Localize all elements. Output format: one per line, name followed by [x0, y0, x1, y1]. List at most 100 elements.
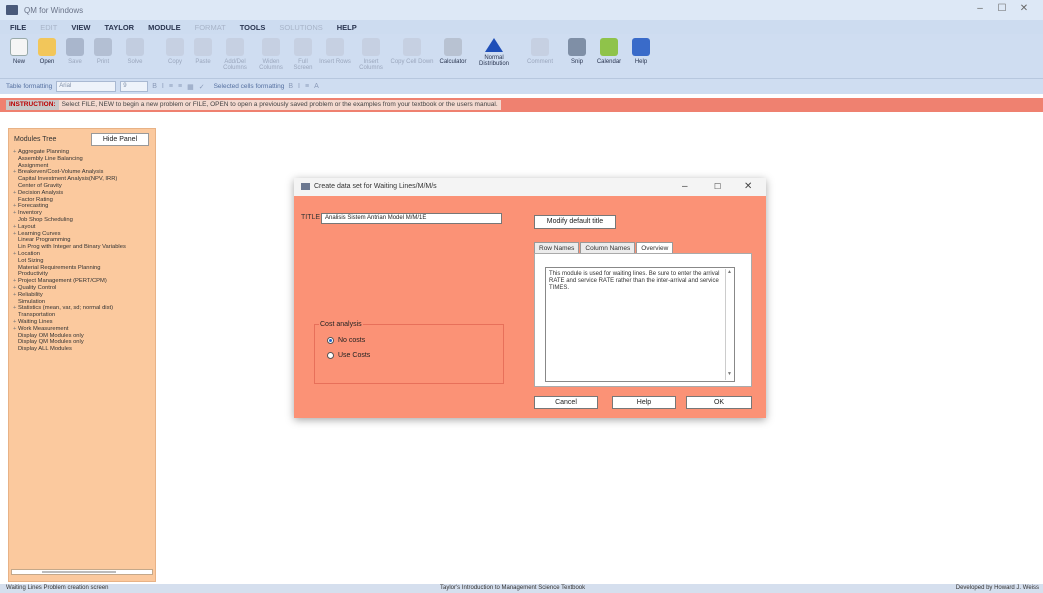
widen-columns-button[interactable]: Widen Columns — [254, 36, 288, 76]
create-data-set-dialog: Create data set for Waiting Lines/M/M/s … — [294, 178, 766, 418]
full-screen-button[interactable]: Full Screen — [290, 36, 316, 76]
tree-item[interactable]: + Reliability — [13, 292, 155, 299]
radio-unchecked-icon — [327, 352, 334, 359]
insert-columns-button[interactable]: Insert Columns — [354, 36, 388, 76]
tree-item[interactable]: Productivity — [13, 271, 155, 278]
no-costs-radio[interactable]: No costs — [327, 337, 365, 344]
help-button[interactable]: Help — [628, 36, 654, 76]
menu-file[interactable]: FILE — [10, 23, 26, 32]
calendar-button[interactable]: Calendar — [592, 36, 626, 76]
status-right: Developed by Howard J. Weiss — [955, 585, 1039, 591]
tree-item[interactable]: Simulation — [13, 299, 155, 306]
cancel-button[interactable]: Cancel — [534, 396, 598, 409]
copy-cell-down-button[interactable]: Copy Cell Down — [390, 36, 434, 76]
bold-icon[interactable]: B — [152, 83, 157, 90]
menu-edit[interactable]: EDIT — [40, 23, 57, 32]
dialog-minimize-button[interactable]: – — [682, 181, 688, 192]
solve-button[interactable]: Solve — [118, 36, 152, 76]
menu-tools[interactable]: TOOLS — [240, 23, 266, 32]
tree-item[interactable]: Center of Gravity — [13, 183, 155, 190]
tree-item[interactable]: + Forecasting — [13, 203, 155, 210]
dialog-maximize-button[interactable]: ☐ — [714, 182, 721, 191]
menu-solutions[interactable]: SOLUTIONS — [279, 23, 322, 32]
open-button[interactable]: Open — [34, 36, 60, 76]
overview-text-box[interactable]: This module is used for waiting lines. B… — [545, 267, 735, 382]
font-size-select[interactable]: 9 — [120, 81, 149, 92]
font-select[interactable]: Arial — [56, 81, 117, 92]
comment-icon — [531, 38, 549, 56]
dialog-close-button[interactable]: ✕ — [744, 181, 752, 192]
tree-item[interactable]: + Work Measurement — [13, 326, 155, 333]
tree-item[interactable]: Material Requirements Planning — [13, 265, 155, 272]
tree-item[interactable]: Display OM Modules only — [13, 333, 155, 340]
tree-item[interactable]: + Inventory — [13, 210, 155, 217]
status-left: Waiting Lines Problem creation screen — [6, 585, 109, 591]
print-button[interactable]: Print — [90, 36, 116, 76]
title-input[interactable]: Analisis Sistem Antrian Model M/M/1E — [321, 213, 502, 224]
selected-align-icon[interactable]: ≡ — [305, 83, 309, 90]
selected-italic-icon[interactable]: I — [298, 83, 300, 90]
grid-icon[interactable]: ▦ — [187, 83, 194, 91]
tree-item[interactable]: Factor Rating — [13, 197, 155, 204]
minimize-button[interactable]: – — [969, 3, 991, 14]
selected-fill-icon[interactable]: A — [314, 83, 319, 90]
normal-distribution-button[interactable]: Normal Distribution — [472, 36, 516, 76]
tab-column-names[interactable]: Column Names — [580, 242, 636, 253]
tree-item[interactable]: + Breakeven/Cost-Volume Analysis — [13, 169, 155, 176]
tree-item[interactable]: + Decision Analysis — [13, 190, 155, 197]
modify-default-title-button[interactable]: Modify default title — [534, 215, 616, 229]
tree-item[interactable]: Assignment — [13, 163, 155, 170]
new-button[interactable]: New — [6, 36, 32, 76]
tree-item[interactable]: + Quality Control — [13, 285, 155, 292]
save-button[interactable]: Save — [62, 36, 88, 76]
tree-item[interactable]: + Location — [13, 251, 155, 258]
hide-panel-button[interactable]: Hide Panel — [91, 133, 149, 146]
tree-item[interactable]: Display ALL Modules — [13, 346, 155, 353]
tree-item[interactable]: Lot Sizing — [13, 258, 155, 265]
copy-button[interactable]: Copy — [162, 36, 188, 76]
use-costs-radio[interactable]: Use Costs — [327, 352, 370, 359]
help-dialog-button[interactable]: Help — [612, 396, 676, 409]
tree-item[interactable]: Job Shop Scheduling — [13, 217, 155, 224]
close-button[interactable]: ✕ — [1013, 3, 1035, 14]
menu-format[interactable]: FORMAT — [195, 23, 226, 32]
app-icon — [6, 5, 18, 15]
tree-item[interactable]: Capital Investment Analysis(NPV, IRR) — [13, 176, 155, 183]
align-left-icon[interactable]: ≡ — [169, 83, 173, 90]
tree-horizontal-scrollbar[interactable] — [11, 569, 153, 575]
tree-item[interactable]: + Waiting Lines — [13, 319, 155, 326]
menu-view[interactable]: VIEW — [71, 23, 90, 32]
maximize-button[interactable]: ☐ — [991, 3, 1013, 14]
tree-item[interactable]: Display QM Modules only — [13, 339, 155, 346]
status-bar: Waiting Lines Problem creation screen Ta… — [0, 584, 1043, 593]
menu-module[interactable]: MODULE — [148, 23, 181, 32]
tab-row-names[interactable]: Row Names — [534, 242, 580, 253]
align-center-icon[interactable]: ≡ — [178, 83, 182, 90]
tree-item[interactable]: + Layout — [13, 224, 155, 231]
tree-item[interactable]: Transportation — [13, 312, 155, 319]
comment-button[interactable]: Comment — [518, 36, 562, 76]
paste-button[interactable]: Paste — [190, 36, 216, 76]
tree-item[interactable]: Linear Programming — [13, 237, 155, 244]
cost-analysis-group: Cost analysis No costs Use Costs — [314, 321, 504, 384]
tree-item-label: Forecasting — [18, 203, 49, 210]
menu-taylor[interactable]: TAYLOR — [105, 23, 135, 32]
check-icon[interactable]: ✓ — [199, 83, 205, 91]
tree-item[interactable]: + Statistics (mean, var, sd; normal dist) — [13, 305, 155, 312]
memo-scrollbar[interactable]: ▲ ▼ — [725, 269, 733, 380]
ok-button[interactable]: OK — [686, 396, 752, 409]
add-columns-button[interactable]: Add/Del Columns — [218, 36, 252, 76]
tree-item[interactable]: + Aggregate Planning — [13, 149, 155, 156]
menu-help[interactable]: HELP — [337, 23, 357, 32]
calculator-button[interactable]: Calculator — [436, 36, 470, 76]
tree-item[interactable]: Assembly Line Balancing — [13, 156, 155, 163]
tree-item-label: Waiting Lines — [18, 318, 53, 325]
tree-item[interactable]: Lin Prog with Integer and Binary Variabl… — [13, 244, 155, 251]
tree-item[interactable]: + Project Management (PERT/CPM) — [13, 278, 155, 285]
tree-item[interactable]: + Learning Curves — [13, 231, 155, 238]
selected-bold-icon[interactable]: B — [288, 83, 293, 90]
snip-button[interactable]: Snip — [564, 36, 590, 76]
italic-icon[interactable]: I — [162, 83, 164, 90]
insert-rows-button[interactable]: Insert Rows — [318, 36, 352, 76]
tab-overview[interactable]: Overview — [636, 242, 674, 253]
